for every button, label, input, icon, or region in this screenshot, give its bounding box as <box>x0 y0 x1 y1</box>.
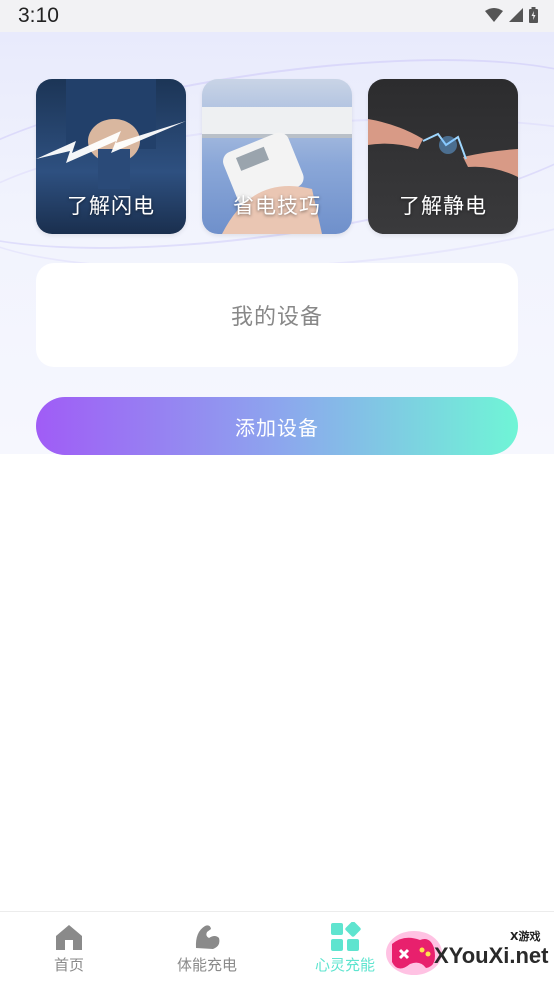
nav-label: 心灵充能 <box>314 956 375 974</box>
nav-label: 首页 <box>53 956 84 974</box>
card-static-electricity[interactable]: 了解静电 <box>368 79 518 234</box>
card-label: 省电技巧 <box>233 194 321 218</box>
watermark-logo: X游戏 XYouXi.net <box>384 918 554 982</box>
nav-label: 体能充电 <box>176 956 237 974</box>
my-devices-panel: 我的设备 <box>36 263 518 367</box>
nav-item-home[interactable]: 首页 <box>14 922 124 975</box>
card-energy-saving[interactable]: 省电技巧 <box>202 79 352 234</box>
watermark-small-text: X游戏 <box>510 930 541 943</box>
status-icons <box>485 7 538 23</box>
my-devices-title: 我的设备 <box>230 305 323 330</box>
card-label: 了解闪电 <box>67 194 155 218</box>
muscle-icon <box>195 925 220 949</box>
status-time: 3:10 <box>18 4 59 27</box>
wifi-icon <box>485 8 503 22</box>
status-bar: 3:10 <box>0 0 554 32</box>
knowledge-cards: 了解闪电 省电技巧 了解静电 <box>36 79 518 234</box>
nav-item-physical-charge[interactable]: 体能充电 <box>152 922 262 975</box>
signal-icon <box>509 8 523 22</box>
add-device-button[interactable]: 添加设备 <box>36 397 518 455</box>
battery-icon <box>529 7 538 23</box>
home-icon <box>56 925 82 950</box>
apps-grid-icon <box>331 922 361 951</box>
watermark-text: XYouXi.net <box>434 943 549 968</box>
card-label: 了解静电 <box>399 194 487 218</box>
card-lightning[interactable]: 了解闪电 <box>36 79 186 234</box>
